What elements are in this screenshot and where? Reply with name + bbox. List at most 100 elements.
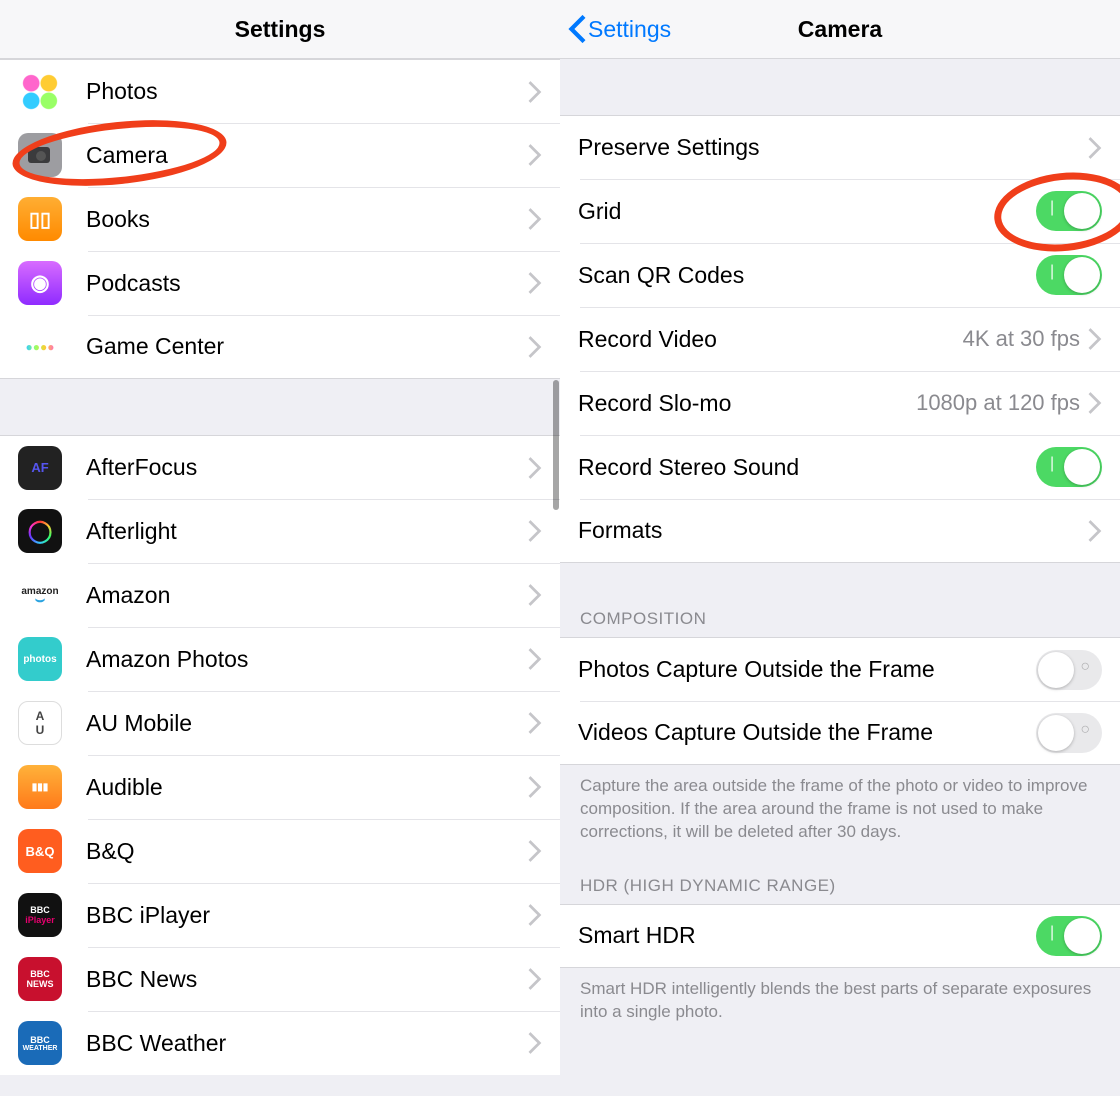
row-label: Record Slo-mo [578, 390, 916, 417]
chevron-right-icon [528, 272, 542, 294]
settings-row-camera[interactable]: Camera [0, 123, 560, 187]
photos-outside-toggle[interactable] [1036, 650, 1102, 690]
chevron-right-icon [1088, 520, 1102, 542]
row-label: Smart HDR [578, 922, 1036, 949]
back-button[interactable]: Settings [568, 15, 671, 43]
settings-row-podcasts[interactable]: Podcasts [0, 251, 560, 315]
row-preserve-settings[interactable]: Preserve Settings [560, 115, 1120, 179]
group-spacer [0, 379, 560, 435]
chevron-right-icon [528, 208, 542, 230]
row-photos-outside-frame: Photos Capture Outside the Frame [560, 637, 1120, 701]
row-record-slomo[interactable]: Record Slo-mo 1080p at 120 fps [560, 371, 1120, 435]
amazon-icon [18, 573, 62, 617]
chevron-right-icon [528, 81, 542, 103]
camera-header: Settings Camera [560, 0, 1120, 59]
audible-icon [18, 765, 62, 809]
settings-row-bbc-news[interactable]: BBC News [0, 947, 560, 1011]
composition-header: Composition [560, 563, 1120, 637]
podcasts-icon [18, 261, 62, 305]
settings-header: Settings [0, 0, 560, 59]
row-label: Amazon Photos [86, 646, 528, 673]
row-label: Audible [86, 774, 528, 801]
row-scan-qr: Scan QR Codes [560, 243, 1120, 307]
bbc-news-icon [18, 957, 62, 1001]
row-label: Record Stereo Sound [578, 454, 1036, 481]
chevron-right-icon [528, 968, 542, 990]
settings-row-audible[interactable]: Audible [0, 755, 560, 819]
chevron-left-icon [568, 15, 586, 43]
chevron-right-icon [1088, 137, 1102, 159]
bq-icon [18, 829, 62, 873]
camera-icon [18, 133, 62, 177]
videos-outside-toggle[interactable] [1036, 713, 1102, 753]
chevron-right-icon [528, 904, 542, 926]
row-label: Photos [86, 78, 528, 105]
settings-row-bbc-weather[interactable]: BBC Weather [0, 1011, 560, 1075]
composition-footer: Capture the area outside the frame of th… [560, 765, 1120, 856]
smart-hdr-toggle[interactable] [1036, 916, 1102, 956]
row-label: Formats [578, 517, 1088, 544]
chevron-right-icon [528, 520, 542, 542]
chevron-right-icon [1088, 328, 1102, 350]
row-label: Videos Capture Outside the Frame [578, 719, 1036, 746]
settings-row-amazon[interactable]: Amazon [0, 563, 560, 627]
row-record-video[interactable]: Record Video 4K at 30 fps [560, 307, 1120, 371]
row-stereo-sound: Record Stereo Sound [560, 435, 1120, 499]
row-label: Game Center [86, 333, 528, 360]
row-grid: Grid [560, 179, 1120, 243]
settings-row-bbc-iplayer[interactable]: BBC iPlayer [0, 883, 560, 947]
row-label: Afterlight [86, 518, 528, 545]
grid-toggle[interactable] [1036, 191, 1102, 231]
books-icon [18, 197, 62, 241]
row-value: 1080p at 120 fps [916, 390, 1080, 416]
row-label: Scan QR Codes [578, 262, 1036, 289]
chevron-right-icon [528, 776, 542, 798]
settings-pane: Settings Photos Camera Books Podcasts Ga… [0, 0, 560, 1096]
chevron-right-icon [1088, 392, 1102, 414]
stereo-toggle[interactable] [1036, 447, 1102, 487]
row-label: AU Mobile [86, 710, 528, 737]
row-label: Podcasts [86, 270, 528, 297]
afterfocus-icon [18, 446, 62, 490]
row-label: BBC News [86, 966, 528, 993]
row-videos-outside-frame: Videos Capture Outside the Frame [560, 701, 1120, 765]
au-mobile-icon [18, 701, 62, 745]
bbc-weather-icon [18, 1021, 62, 1065]
gamecenter-icon [18, 325, 62, 369]
bbc-iplayer-icon [18, 893, 62, 937]
row-label: Amazon [86, 582, 528, 609]
settings-row-amazon-photos[interactable]: Amazon Photos [0, 627, 560, 691]
row-label: Preserve Settings [578, 134, 1088, 161]
settings-row-bq[interactable]: B&Q [0, 819, 560, 883]
settings-row-afterfocus[interactable]: AfterFocus [0, 435, 560, 499]
row-value: 4K at 30 fps [963, 326, 1080, 352]
scrollbar[interactable] [553, 380, 559, 510]
chevron-right-icon [528, 840, 542, 862]
row-label: Camera [86, 142, 528, 169]
chevron-right-icon [528, 336, 542, 358]
row-label: Photos Capture Outside the Frame [578, 656, 1036, 683]
chevron-right-icon [528, 648, 542, 670]
row-label: BBC Weather [86, 1030, 528, 1057]
settings-list[interactable]: Photos Camera Books Podcasts Game Center… [0, 59, 560, 1096]
chevron-right-icon [528, 584, 542, 606]
row-label: B&Q [86, 838, 528, 865]
hdr-footer: Smart HDR intelligently blends the best … [560, 968, 1120, 1036]
qr-toggle[interactable] [1036, 255, 1102, 295]
group-spacer [560, 59, 1120, 115]
chevron-right-icon [528, 144, 542, 166]
camera-title: Camera [798, 16, 882, 43]
row-formats[interactable]: Formats [560, 499, 1120, 563]
row-label: AfterFocus [86, 454, 528, 481]
row-label: Grid [578, 198, 1036, 225]
settings-row-gamecenter[interactable]: Game Center [0, 315, 560, 379]
row-label: BBC iPlayer [86, 902, 528, 929]
chevron-right-icon [528, 712, 542, 734]
settings-row-books[interactable]: Books [0, 187, 560, 251]
settings-row-au-mobile[interactable]: AU Mobile [0, 691, 560, 755]
back-label: Settings [588, 16, 671, 43]
settings-row-photos[interactable]: Photos [0, 59, 560, 123]
settings-title: Settings [235, 16, 326, 43]
camera-settings[interactable]: Preserve Settings Grid Scan QR Codes Rec… [560, 59, 1120, 1096]
settings-row-afterlight[interactable]: Afterlight [0, 499, 560, 563]
